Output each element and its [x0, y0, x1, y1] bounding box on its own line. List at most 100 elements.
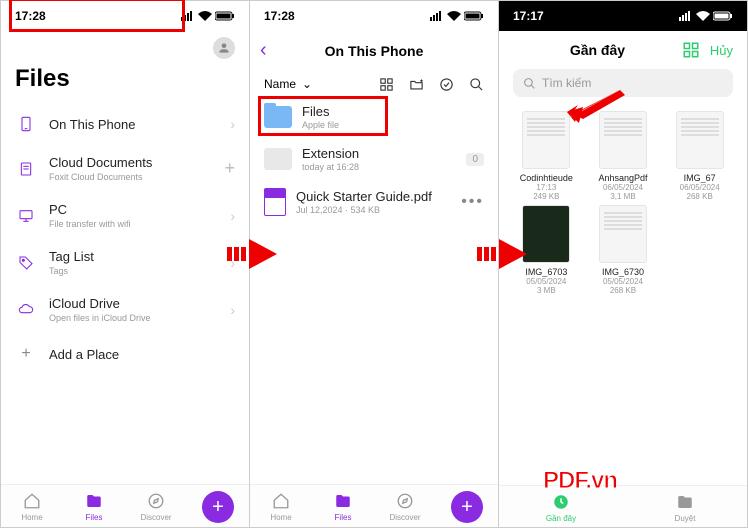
phone-icon — [15, 113, 37, 135]
search-placeholder: Tìm kiếm — [542, 76, 591, 90]
nav-home[interactable]: Home — [250, 491, 312, 523]
nav-label: Home — [21, 513, 42, 522]
status-bar: 17:28 — [1, 1, 249, 31]
row-on-this-phone[interactable]: On This Phone › — [1, 103, 249, 145]
status-icons — [679, 11, 733, 21]
row-label: iCloud Drive — [49, 296, 230, 311]
nav-recent[interactable]: Gần đây — [499, 492, 623, 523]
nav-fab[interactable]: + — [187, 491, 249, 523]
row-sub: Tags — [49, 266, 230, 276]
file-thumbnail — [676, 111, 724, 169]
file-thumbnail — [522, 205, 570, 263]
add-fab[interactable]: + — [451, 491, 483, 523]
file-size: 268 KB — [610, 286, 636, 295]
search-icon — [523, 77, 536, 90]
nav-home[interactable]: Home — [1, 491, 63, 523]
nav-label: Gần đây — [546, 514, 576, 523]
item-label: Quick Starter Guide.pdf — [296, 189, 461, 204]
file-name: IMG_67 — [684, 173, 716, 183]
screen-on-this-phone: 17:28 ‹ On This Phone Name ⌄ Files Ap — [250, 1, 499, 527]
sort-dropdown[interactable]: Name ⌄ — [264, 77, 312, 91]
file-item-1[interactable]: AnhsangPdf 06/05/2024 3,1 MB — [586, 111, 661, 201]
search-input[interactable]: Tìm kiếm — [513, 69, 733, 97]
file-date: 17:13 — [536, 183, 556, 192]
nav-label: Files — [335, 513, 352, 522]
row-pc[interactable]: PC File transfer with wifi › — [1, 192, 249, 239]
row-tag-list[interactable]: Tag List Tags › — [1, 239, 249, 286]
cancel-button[interactable]: Hủy — [710, 43, 733, 58]
file-thumbnail — [599, 205, 647, 263]
avatar[interactable] — [213, 37, 235, 59]
home-icon — [22, 491, 42, 511]
screen-files-root: 17:28 Files On This Phone › Cloud Docume… — [1, 1, 250, 527]
select-icon[interactable] — [438, 76, 454, 92]
chevron-right-icon: › — [230, 255, 235, 271]
count-badge: 0 — [466, 153, 484, 166]
item-sub: Jul 12,2024 · 534 KB — [296, 205, 461, 215]
nav-files[interactable]: Files — [63, 491, 125, 523]
bottom-nav: Home Files Discover + — [250, 484, 498, 527]
grid-view-toggle[interactable] — [682, 41, 700, 59]
new-folder-icon[interactable] — [408, 76, 424, 92]
file-item-2[interactable]: IMG_67 06/05/2024 268 KB — [662, 111, 737, 201]
folder-icon — [675, 492, 695, 512]
file-item-0[interactable]: Codinhtieude 17:13 249 KB — [509, 111, 584, 201]
tag-icon — [15, 252, 37, 274]
folder-files[interactable]: Files Apple file — [250, 96, 498, 138]
status-time: 17:17 — [513, 9, 544, 23]
row-sub: Foxit Cloud Documents — [49, 172, 224, 182]
status-time: 17:28 — [15, 9, 46, 23]
file-thumbnail — [599, 111, 647, 169]
item-label: Files — [302, 104, 484, 119]
status-time: 17:28 — [264, 9, 295, 23]
compass-icon — [395, 491, 415, 511]
plus-icon: + — [15, 343, 37, 365]
pdf-file-icon — [264, 188, 286, 216]
grid-view-icon[interactable] — [378, 76, 394, 92]
item-sub: today at 16:28 — [302, 162, 466, 172]
nav-label: Home — [270, 513, 291, 522]
page-title: Files — [1, 63, 249, 103]
row-sub: Open files in iCloud Drive — [49, 313, 230, 323]
file-item-3[interactable]: IMG_6703 05/05/2024 3 MB — [509, 205, 584, 295]
nav-discover[interactable]: Discover — [125, 491, 187, 523]
folder-extension[interactable]: Extension today at 16:28 0 — [250, 138, 498, 180]
status-icons — [430, 11, 484, 21]
cloud-icon — [15, 299, 37, 321]
folder-icon — [333, 491, 353, 511]
cloud-doc-icon — [15, 158, 37, 180]
nav-label: Discover — [140, 513, 171, 522]
file-size: 268 KB — [687, 192, 713, 201]
file-name: Codinhtieude — [520, 173, 573, 183]
monitor-icon — [15, 205, 37, 227]
back-button[interactable]: ‹ — [260, 39, 280, 62]
search-icon[interactable] — [468, 76, 484, 92]
row-sub: File transfer with wifi — [49, 219, 230, 229]
file-item-4[interactable]: IMG_6730 05/05/2024 268 KB — [586, 205, 661, 295]
nav-label: Duyệt — [675, 514, 696, 523]
file-date: 05/05/2024 — [526, 277, 566, 286]
row-cloud-documents[interactable]: Cloud Documents Foxit Cloud Documents + — [1, 145, 249, 192]
compass-icon — [146, 491, 166, 511]
sort-label: Name — [264, 77, 296, 91]
more-icon[interactable]: ••• — [461, 193, 484, 211]
row-label: Cloud Documents — [49, 155, 224, 170]
file-date: 06/05/2024 — [680, 183, 720, 192]
file-size: 249 KB — [533, 192, 559, 201]
nav-files[interactable]: Files — [312, 491, 374, 523]
page-title: On This Phone — [280, 43, 468, 59]
item-label: Extension — [302, 146, 466, 161]
row-label: Add a Place — [49, 347, 235, 362]
file-quick-starter[interactable]: Quick Starter Guide.pdf Jul 12,2024 · 53… — [250, 180, 498, 224]
bottom-nav: Home Files Discover + — [1, 484, 249, 527]
nav-discover[interactable]: Discover — [374, 491, 436, 523]
nav-browse[interactable]: Duyệt — [623, 492, 747, 523]
row-add-place[interactable]: + Add a Place — [1, 333, 249, 375]
file-size: 3,1 MB — [610, 192, 635, 201]
file-date: 05/05/2024 — [603, 277, 643, 286]
nav-fab[interactable]: + — [436, 491, 498, 523]
add-fab[interactable]: + — [202, 491, 234, 523]
item-sub: Apple file — [302, 120, 484, 130]
row-icloud-drive[interactable]: iCloud Drive Open files in iCloud Drive … — [1, 286, 249, 333]
plus-icon[interactable]: + — [224, 158, 235, 179]
